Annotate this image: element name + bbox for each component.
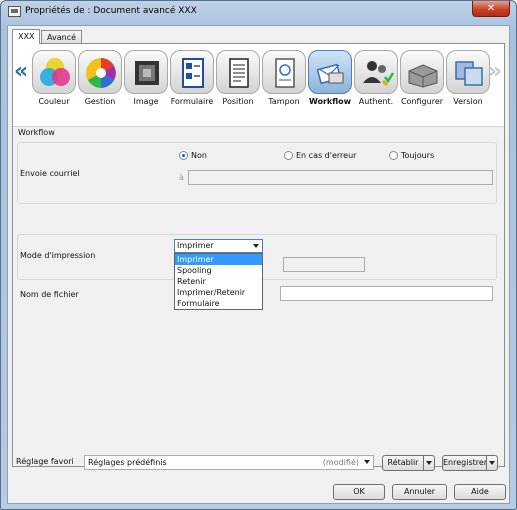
- favorites-value: Réglages prédéfinis: [88, 458, 167, 467]
- help-button[interactable]: Aide: [454, 484, 506, 500]
- print-mode-extra-field: [283, 257, 365, 272]
- email-option-erreur: En cas d'erreur: [296, 151, 357, 160]
- scroll-left-arrow-icon[interactable]: «: [14, 61, 28, 83]
- feature-toolbar: « Couleur Gestion Image Formulaire Posit…: [13, 44, 504, 124]
- print-mode-dropdown: Imprimer Spooling Retenir Imprimer/Reten…: [174, 253, 263, 310]
- email-option-non: Non: [191, 151, 207, 160]
- email-radio-toujours[interactable]: [389, 151, 398, 160]
- favorites-bar: Réglage favori Réglages prédéfinis (modi…: [12, 454, 505, 472]
- dialog-client: XXX Avancé « Couleur Gestion Image Formu…: [7, 25, 510, 504]
- section-title: Workflow: [18, 128, 55, 137]
- windows-icon: [455, 61, 483, 86]
- ok-button[interactable]: OK: [333, 484, 385, 500]
- email-to-label: à: [179, 173, 184, 182]
- tab-avance[interactable]: Avancé: [41, 30, 83, 44]
- dropdown-option-spooling[interactable]: Spooling: [175, 265, 262, 276]
- workflow-icon: [316, 63, 344, 85]
- printer-icon: [408, 64, 438, 88]
- restore-label: Rétablir: [387, 458, 419, 467]
- dropdown-option-imprimer-retenir[interactable]: Imprimer/Retenir: [175, 287, 262, 298]
- email-label: Envoie courriel: [20, 169, 80, 178]
- favorites-modified: (modifié): [322, 458, 359, 467]
- print-mode-selected: Imprimer: [177, 241, 214, 250]
- save-button[interactable]: Enregistrer: [442, 455, 498, 471]
- printer-app-icon: [8, 6, 21, 17]
- chevron-down-icon: [253, 244, 259, 248]
- window-title: Propriétés de : Document avancé XXX: [25, 6, 197, 16]
- form-icon: [182, 58, 204, 88]
- users-icon: [363, 61, 395, 87]
- favorites-select[interactable]: Réglages prédéfinis (modifié): [84, 455, 374, 470]
- favorites-label: Réglage favori: [16, 457, 74, 466]
- email-option-toujours: Toujours: [401, 151, 435, 160]
- chevron-down-icon: [364, 460, 370, 464]
- workflow-panel: Envoie courriel Non En cas d'erreur Touj…: [13, 138, 504, 466]
- print-mode-label: Mode d'impression: [20, 251, 96, 260]
- close-button[interactable]: ✕: [472, 1, 510, 17]
- document-icon: [229, 58, 249, 88]
- color-wheel-icon: [86, 58, 116, 88]
- print-mode-select[interactable]: Imprimer: [174, 239, 263, 253]
- restore-button[interactable]: Rétablir: [382, 455, 435, 471]
- section-header: Workflow: [13, 126, 504, 138]
- restore-menu-arrow-icon[interactable]: [423, 456, 434, 470]
- image-icon: [135, 61, 159, 85]
- filename-field[interactable]: [280, 286, 493, 301]
- title-bar: Propriétés de : Document avancé XXX ✕: [1, 1, 516, 23]
- dialog-window: Propriétés de : Document avancé XXX ✕ XX…: [0, 0, 517, 510]
- email-radio-erreur[interactable]: [284, 151, 293, 160]
- tool-version[interactable]: Version: [445, 48, 491, 108]
- tool-label: Version: [453, 97, 483, 106]
- tab-xxx[interactable]: XXX: [12, 29, 41, 44]
- scroll-right-arrow-icon[interactable]: »: [488, 61, 502, 83]
- dropdown-option-imprimer[interactable]: Imprimer: [175, 254, 262, 265]
- cancel-button[interactable]: Annuler: [392, 484, 447, 500]
- filename-label: Nom de fichier: [20, 290, 79, 299]
- stamp-icon: [275, 58, 295, 88]
- tab-page: « Couleur Gestion Image Formulaire Posit…: [12, 43, 505, 467]
- save-menu-arrow-icon[interactable]: [486, 456, 497, 470]
- dropdown-option-retenir[interactable]: Retenir: [175, 276, 262, 287]
- email-radio-non[interactable]: [179, 151, 188, 160]
- email-to-field[interactable]: [188, 170, 493, 185]
- email-group: Envoie courriel Non En cas d'erreur Touj…: [17, 142, 497, 204]
- save-label: Enregistrer: [443, 458, 488, 467]
- dropdown-option-formulaire[interactable]: Formulaire: [175, 298, 262, 309]
- color-balls-icon: [40, 58, 70, 86]
